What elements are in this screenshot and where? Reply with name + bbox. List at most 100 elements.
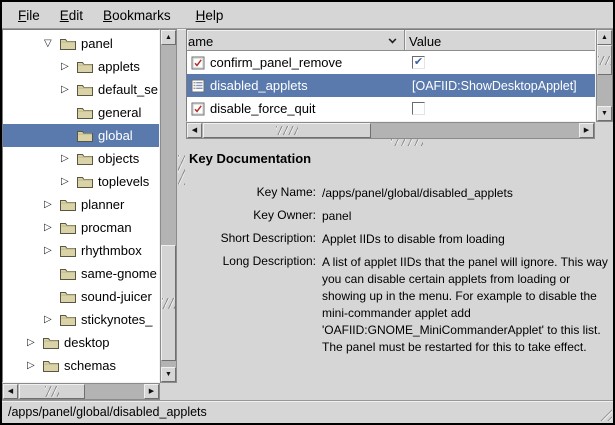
- tree-item-planner[interactable]: ▷planner: [3, 193, 159, 216]
- scroll-right-button[interactable]: ▶: [144, 384, 159, 399]
- folder-icon: [60, 221, 76, 234]
- tree-item-objects[interactable]: ▷objects: [3, 147, 159, 170]
- key-row-disable-force-quit[interactable]: disable_force_quit: [187, 97, 595, 120]
- menu-file[interactable]: File: [8, 4, 50, 27]
- tree-item-procman[interactable]: ▷procman: [3, 216, 159, 239]
- tree-item-panel[interactable]: ▽panel: [3, 32, 159, 55]
- expander-closed-icon[interactable]: ▷: [61, 85, 77, 95]
- expander-closed-icon[interactable]: ▷: [44, 223, 60, 233]
- scrollbar-trough[interactable]: [18, 384, 144, 399]
- sort-indicator-icon: [389, 36, 397, 44]
- expander-closed-icon[interactable]: ▷: [44, 246, 60, 256]
- pane-splitter-vertical[interactable]: [177, 29, 186, 400]
- expander-closed-icon[interactable]: ▷: [44, 200, 60, 210]
- window-resize-grip[interactable]: [597, 406, 612, 421]
- scrollbar-thumb[interactable]: [597, 45, 612, 75]
- key-list: ame Value confirm_panel_remove ✔ disable…: [186, 29, 596, 122]
- doc-value-long-description: A list of applet IIDs that the panel wil…: [322, 254, 613, 356]
- folder-icon: [77, 60, 93, 73]
- value-checkbox-unchecked[interactable]: [412, 102, 425, 115]
- menu-edit[interactable]: Edit: [50, 4, 93, 27]
- tree-item-global[interactable]: global: [3, 124, 159, 147]
- folder-icon: [60, 313, 76, 326]
- folder-icon: [60, 267, 76, 280]
- scroll-down-button[interactable]: ▼: [597, 106, 612, 121]
- doc-value-short-description: Applet IIDs to disable from loading: [322, 231, 613, 248]
- tree-item-stickynotes[interactable]: ▷stickynotes_: [3, 308, 159, 331]
- tree-item-sound-juicer[interactable]: sound-juicer: [3, 285, 159, 308]
- tree-item-general[interactable]: general: [3, 101, 159, 124]
- expander-closed-icon[interactable]: ▷: [61, 177, 77, 187]
- statusbar-path: /apps/panel/global/disabled_applets: [8, 405, 207, 419]
- folder-icon: [43, 359, 59, 372]
- scroll-right-button[interactable]: ▶: [579, 123, 594, 138]
- key-row-confirm-panel-remove[interactable]: confirm_panel_remove ✔: [187, 51, 595, 74]
- key-documentation-pane: Key Documentation Key Name: /apps/panel/…: [186, 147, 613, 400]
- key-value-text: [OAFIID:ShowDesktopApplet]: [412, 79, 577, 93]
- scroll-down-button[interactable]: ▼: [161, 367, 176, 382]
- boolean-key-icon: [191, 56, 205, 70]
- menu-help[interactable]: Help: [186, 4, 234, 27]
- doc-label-long-description: Long Description:: [189, 254, 316, 356]
- thumb-grip: [598, 56, 611, 65]
- tree-item-default-setup[interactable]: ▷default_se: [3, 78, 159, 101]
- tree-item-applets[interactable]: ▷applets: [3, 55, 159, 78]
- tree-item-desktop[interactable]: ▷desktop: [3, 331, 159, 354]
- folder-icon: [60, 198, 76, 211]
- pane-splitter-horizontal[interactable]: [186, 138, 613, 147]
- thumb-grip: [45, 386, 59, 397]
- scrollbar-trough[interactable]: [202, 123, 579, 138]
- scrollbar-thumb[interactable]: [161, 245, 176, 361]
- doc-value-key-owner: panel: [322, 208, 613, 225]
- scrollbar-trough[interactable]: [161, 45, 176, 367]
- column-header-value[interactable]: Value: [405, 30, 595, 51]
- tree-pane: ▽panel ▷applets ▷default_se general glob…: [2, 29, 177, 400]
- scroll-up-button[interactable]: ▲: [161, 30, 176, 45]
- value-checkbox-checked[interactable]: ✔: [412, 56, 425, 69]
- expander-closed-icon[interactable]: ▷: [61, 62, 77, 72]
- folder-icon: [77, 175, 93, 188]
- doc-label-key-name: Key Name:: [189, 185, 316, 202]
- column-header-name[interactable]: ame: [187, 30, 405, 51]
- scroll-left-button[interactable]: ◀: [3, 384, 18, 399]
- menubar: File Edit Bookmarks Help: [2, 2, 613, 29]
- scrollbar-trough[interactable]: [597, 45, 612, 106]
- folder-icon: [60, 290, 76, 303]
- folder-icon: [77, 83, 93, 96]
- folder-icon: [77, 152, 93, 165]
- tree-item-same-gnome[interactable]: same-gnome: [3, 262, 159, 285]
- key-list-vertical-scrollbar[interactable]: ▲ ▼: [596, 29, 613, 122]
- expander-closed-icon[interactable]: ▷: [61, 154, 77, 164]
- gconf-editor-window: File Edit Bookmarks Help ▽panel ▷applets…: [0, 0, 615, 425]
- scrollbar-thumb[interactable]: [19, 384, 85, 399]
- expander-closed-icon[interactable]: ▷: [27, 338, 43, 348]
- folder-icon: [60, 244, 76, 257]
- tree-item-rhythmbox[interactable]: ▷rhythmbox: [3, 239, 159, 262]
- boolean-key-icon: [191, 102, 205, 116]
- scroll-up-button[interactable]: ▲: [597, 30, 612, 45]
- menu-bookmarks[interactable]: Bookmarks: [93, 4, 181, 27]
- folder-icon: [77, 106, 93, 119]
- folder-icon: [43, 336, 59, 349]
- expander-open-icon[interactable]: ▽: [44, 39, 60, 49]
- folder-icon: [77, 129, 93, 142]
- folder-icon: [60, 37, 76, 50]
- key-pane: ame Value confirm_panel_remove ✔ disable…: [186, 29, 613, 400]
- tree-vertical-scrollbar[interactable]: ▲ ▼: [160, 29, 177, 383]
- thumb-grip: [276, 126, 298, 135]
- key-list-horizontal-scrollbar[interactable]: ◀ ▶: [186, 122, 595, 139]
- expander-closed-icon[interactable]: ▷: [27, 361, 43, 371]
- statusbar: /apps/panel/global/disabled_applets: [2, 400, 613, 422]
- key-row-disabled-applets[interactable]: disabled_applets [OAFIID:ShowDesktopAppl…: [187, 74, 595, 97]
- tree-horizontal-scrollbar[interactable]: ◀ ▶: [2, 383, 160, 400]
- splitter-grip: [178, 155, 185, 185]
- scroll-left-button[interactable]: ◀: [187, 123, 202, 138]
- doc-label-short-description: Short Description:: [189, 231, 316, 248]
- expander-closed-icon[interactable]: ▷: [44, 315, 60, 325]
- scrollbar-thumb[interactable]: [203, 123, 371, 138]
- thumb-grip: [162, 298, 175, 309]
- tree-item-toplevels[interactable]: ▷toplevels: [3, 170, 159, 193]
- tree-item-schemas[interactable]: ▷schemas: [3, 354, 159, 377]
- splitter-grip: [391, 139, 423, 146]
- doc-value-key-name: /apps/panel/global/disabled_applets: [322, 185, 613, 202]
